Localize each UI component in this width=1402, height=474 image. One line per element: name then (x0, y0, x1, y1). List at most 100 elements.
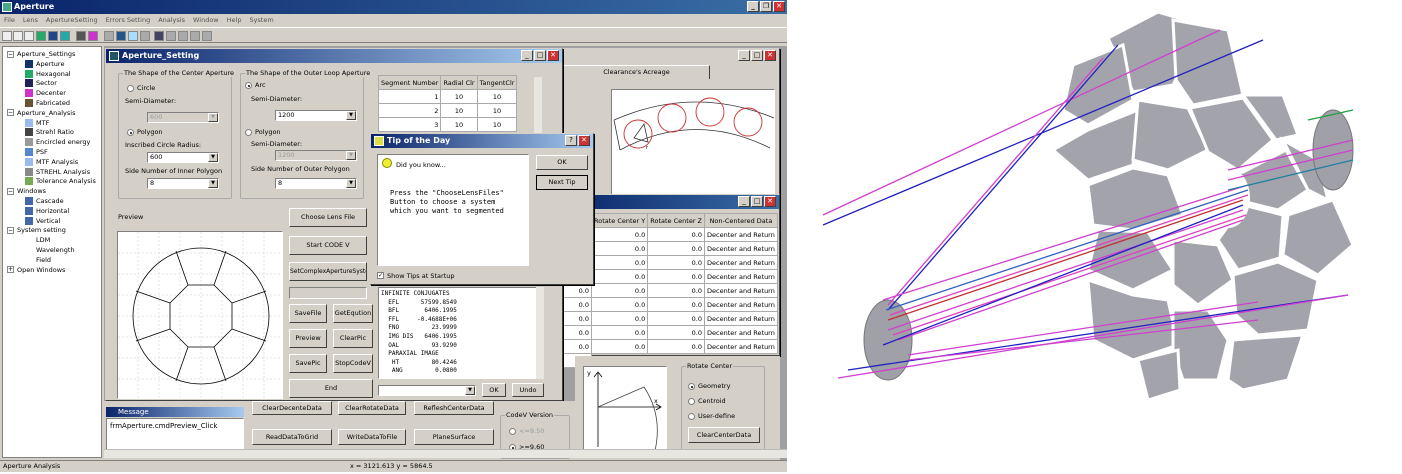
toolbar-button-17-icon[interactable] (202, 31, 212, 41)
save-pic-button[interactable]: SavePic (289, 354, 327, 373)
table-row[interactable]: 0.0 0.0 Decenter and Return (590, 325, 778, 340)
table-row[interactable]: 0.0 0.0 Decenter and Return (590, 241, 778, 256)
tree-expander-icon[interactable]: − (7, 226, 14, 234)
table-cell[interactable]: 0.0 (590, 297, 649, 312)
toolbar-button-10-icon[interactable] (116, 31, 126, 41)
table-cell[interactable]: Decenter and Return (704, 283, 778, 298)
table-cell[interactable]: Decenter and Return (704, 269, 778, 284)
table-cell[interactable]: 0.0 (647, 325, 706, 340)
tree-item-mtf-analysis[interactable]: MTF Analysis (25, 157, 78, 168)
tree-expander-icon[interactable]: − (7, 109, 14, 117)
decenter-minimize-button[interactable]: _ (738, 196, 750, 207)
table-row[interactable]: 2 10 10 (377, 103, 518, 118)
tree-item-strehl-ratio[interactable]: Strehl Ratio (25, 128, 74, 138)
table-cell[interactable]: 0.0 (647, 311, 706, 326)
table-row[interactable]: 0.0 (563, 339, 592, 354)
toolbar-button-14-icon[interactable] (166, 31, 176, 41)
table-cell[interactable]: 0.0 (563, 311, 592, 326)
table-cell[interactable]: 10 (476, 103, 518, 118)
command-combo[interactable]: ▼ (378, 385, 476, 396)
tree-item-tolerance-analysis[interactable]: Tolerance Analysis (25, 177, 96, 187)
tree-item-ldm[interactable]: LDM (25, 236, 50, 246)
table-cell[interactable]: 0.0 (647, 297, 706, 312)
ok-button[interactable]: OK (482, 383, 506, 397)
table-row[interactable]: 0.0 (563, 311, 592, 326)
table-cell[interactable]: 0.0 (590, 255, 649, 270)
next-tip-button[interactable]: Next Tip (536, 175, 588, 190)
toolbar-button-9-icon[interactable] (104, 31, 114, 41)
table-cell[interactable]: Decenter and Return (704, 297, 778, 312)
menu-item-aperturesetting[interactable]: ApertureSetting (46, 14, 98, 26)
tip-close-button[interactable]: ✕ (578, 135, 590, 146)
write-data-to-file-button[interactable]: WriteDataToFile (338, 429, 406, 445)
tree-item-field[interactable]: Field (25, 256, 51, 266)
arc-radio[interactable] (245, 82, 252, 89)
tip-help-button[interactable]: ? (565, 135, 577, 146)
table-cell[interactable]: Decenter and Return (704, 339, 778, 354)
table-cell[interactable]: 0.0 (590, 325, 649, 340)
clear-pic-button[interactable]: ClearPic (333, 329, 373, 348)
table-cell[interactable]: 10 (476, 89, 518, 104)
save-file-button[interactable]: SaveFile (289, 304, 327, 323)
toolbar-button-12-icon[interactable] (140, 31, 150, 41)
tree-item-horizontal[interactable]: Horizontal (25, 206, 69, 217)
table-row[interactable]: 0.0 0.0 Decenter and Return (590, 283, 778, 298)
toolbar-button-8-icon[interactable] (88, 31, 98, 41)
table-cell[interactable]: Decenter and Return (704, 325, 778, 340)
table-row[interactable]: 0.0 0.0 Decenter and Return (590, 269, 778, 284)
tree-item-aperture[interactable]: Aperture (25, 59, 64, 70)
toolbar-button-6-icon[interactable] (60, 31, 70, 41)
tree-expander-icon[interactable]: − (7, 50, 14, 58)
preview-button[interactable]: Preview (289, 329, 327, 348)
tree-item-windows[interactable]: − Windows (7, 187, 46, 197)
table-cell[interactable]: 0.0 (647, 255, 706, 270)
tree-item-strehl-analysis[interactable]: STREHL Analysis (25, 167, 90, 178)
inscribed-radius-combo[interactable]: 600 ▼ (147, 152, 219, 163)
circle-radio[interactable] (127, 85, 134, 92)
table-cell[interactable]: 10 (440, 103, 478, 118)
menu-item-errors-setting[interactable]: Errors Setting (106, 14, 151, 26)
table-cell[interactable]: Decenter and Return (704, 227, 778, 242)
clear-decenter-data-button[interactable]: ClearDecenteData (252, 401, 332, 415)
maximize-button[interactable]: ❐ (760, 1, 772, 12)
toolbar-button-1-icon[interactable] (2, 31, 12, 41)
geometry-radio[interactable] (688, 383, 695, 390)
analysis-close-button[interactable]: ✕ (764, 50, 776, 61)
table-cell[interactable]: 0.0 (647, 227, 706, 242)
table-row[interactable]: 0.0 0.0 Decenter and Return (590, 297, 778, 312)
output-scrollbar[interactable] (536, 287, 544, 379)
outer-semi-diameter-combo[interactable]: 1200 ▼ (275, 110, 357, 121)
toolbar-button-11-icon[interactable] (128, 31, 138, 41)
decenter-maximize-button[interactable]: □ (751, 196, 763, 207)
table-cell[interactable]: 0.0 (563, 325, 592, 340)
table-row[interactable]: 0.0 0.0 Decenter and Return (590, 311, 778, 326)
minimize-button[interactable]: _ (747, 1, 759, 12)
table-cell[interactable]: 0.0 (590, 269, 649, 284)
center-semi-diameter-combo[interactable]: 600 ▼ (147, 112, 219, 123)
start-codev-button[interactable]: Start CODE V (289, 236, 367, 255)
tree-expander-icon[interactable]: − (7, 187, 14, 195)
choose-lens-file-button[interactable]: Choose Lens File (289, 208, 367, 227)
tree-item-aperture-analysis[interactable]: − Aperture_Analysis (7, 109, 75, 119)
clear-center-data-button[interactable]: ClearCenterData (688, 427, 760, 443)
menu-item-analysis[interactable]: Analysis (158, 14, 185, 26)
tree-item-psf[interactable]: PSF (25, 148, 48, 158)
plane-surface-button[interactable]: PlaneSurface (414, 429, 494, 445)
close-button[interactable]: ✕ (773, 1, 785, 12)
tree-item-encircled-energy[interactable]: Encircled energy (25, 138, 90, 148)
analysis-minimize-button[interactable]: _ (738, 50, 750, 61)
refresh-center-data-button[interactable]: RefleshCenterData (414, 401, 494, 415)
table-cell[interactable]: 10 (440, 117, 478, 132)
tree-item-system-setting[interactable]: − System setting (7, 226, 66, 236)
table-row[interactable]: 0.0 (563, 283, 592, 298)
end-button[interactable]: End (289, 379, 373, 398)
decenter-close-button[interactable]: ✕ (764, 196, 776, 207)
table-cell[interactable]: 0.0 (647, 283, 706, 298)
tree-item-mtf[interactable]: MTF (25, 118, 49, 129)
table-cell[interactable]: 0.0 (590, 283, 649, 298)
menu-item-window[interactable]: Window (193, 14, 219, 26)
tree-expander-icon[interactable]: + (7, 266, 14, 274)
analysis-maximize-button[interactable]: □ (751, 50, 763, 61)
tab-clearance-acreage[interactable]: Clearance's Acreage (563, 65, 710, 79)
user-define-radio[interactable] (688, 413, 695, 420)
